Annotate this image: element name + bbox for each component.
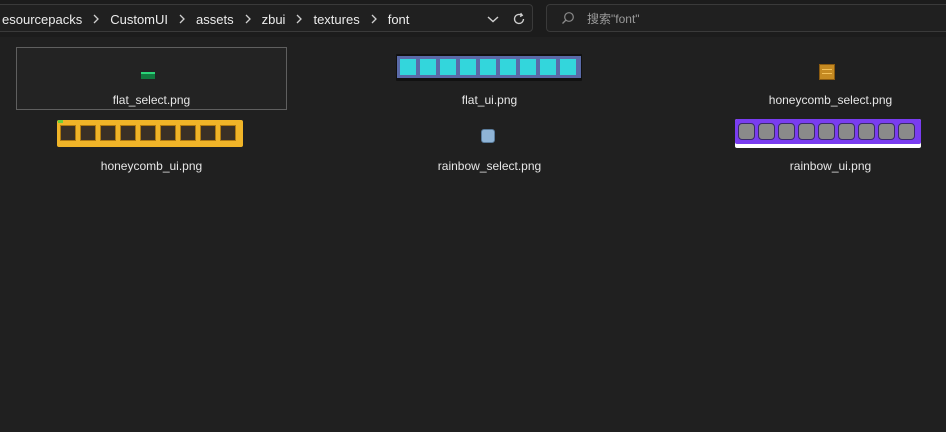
file-item-flat-ui[interactable]: flat_ui.png — [354, 47, 625, 110]
breadcrumb-item-zbui[interactable]: zbui — [261, 12, 287, 27]
chevron-down-icon[interactable] — [483, 10, 503, 28]
chevron-right-icon[interactable] — [286, 5, 312, 33]
file-name: honeycomb_ui.png — [100, 159, 203, 173]
top-bar: esourcepacks CustomUI assets zbui textur… — [0, 0, 946, 37]
search-icon — [561, 11, 575, 25]
file-name: honeycomb_select.png — [768, 93, 893, 107]
chevron-right-icon[interactable] — [83, 5, 109, 33]
file-name: rainbow_select.png — [437, 159, 542, 173]
search-box[interactable] — [546, 4, 946, 32]
breadcrumb-item-textures[interactable]: textures — [312, 12, 360, 27]
breadcrumb-item-font[interactable]: font — [387, 12, 411, 27]
file-item-honeycomb-ui[interactable]: honeycomb_ui.png — [16, 113, 287, 176]
file-thumbnail — [396, 54, 582, 81]
slot-row — [60, 125, 236, 141]
breadcrumb-item-assets[interactable]: assets — [195, 12, 235, 27]
file-thumbnail — [481, 129, 495, 143]
slot-row — [738, 123, 915, 140]
file-thumbnail — [139, 62, 159, 82]
file-item-rainbow-ui[interactable]: rainbow_ui.png — [694, 113, 946, 176]
chevron-right-icon[interactable] — [235, 5, 261, 33]
file-item-rainbow-select[interactable]: rainbow_select.png — [354, 113, 625, 176]
file-name: flat_ui.png — [461, 93, 518, 107]
chevron-right-icon[interactable] — [361, 5, 387, 33]
breadcrumb: esourcepacks CustomUI assets zbui textur… — [1, 5, 410, 33]
search-input[interactable] — [585, 9, 929, 29]
chevron-right-icon[interactable] — [169, 5, 195, 33]
file-thumbnail — [57, 120, 243, 147]
address-bar[interactable]: esourcepacks CustomUI assets zbui textur… — [0, 4, 533, 32]
breadcrumb-item-customui[interactable]: CustomUI — [109, 12, 169, 27]
file-name: flat_select.png — [112, 93, 191, 107]
breadcrumb-item-resourcepacks[interactable]: esourcepacks — [1, 12, 83, 27]
file-item-honeycomb-select[interactable]: honeycomb_select.png — [694, 47, 946, 110]
file-item-flat-select[interactable]: flat_select.png — [16, 47, 287, 110]
file-thumbnail — [735, 119, 921, 148]
file-name: rainbow_ui.png — [789, 159, 872, 173]
refresh-icon[interactable] — [509, 10, 529, 28]
file-thumbnail — [819, 64, 835, 80]
slot-row — [400, 59, 576, 75]
